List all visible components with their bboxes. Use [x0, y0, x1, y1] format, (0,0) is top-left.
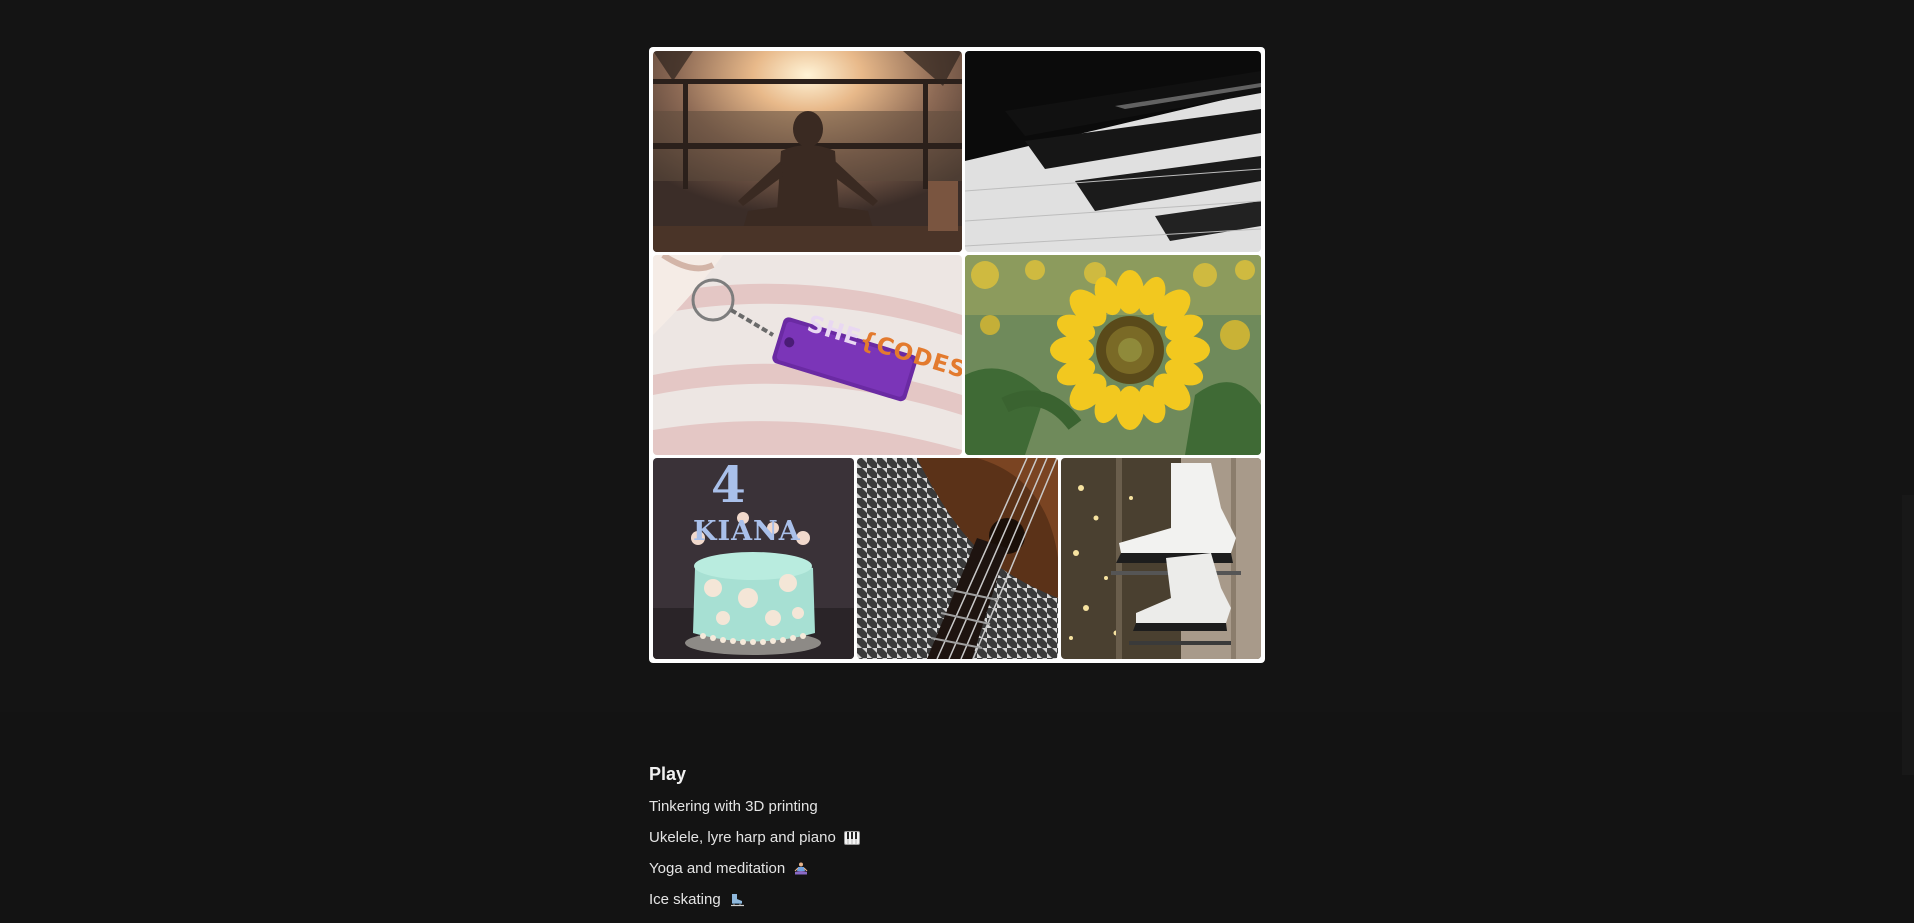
cake-topper-name: KIANA	[693, 516, 801, 547]
meditation-icon	[793, 862, 809, 876]
play-item-label: Ice skating	[649, 891, 721, 908]
ice-skate-icon	[729, 893, 745, 907]
piano-keys-photo	[965, 51, 1261, 252]
play-heading: Play	[649, 764, 687, 784]
list-item: Yoga and meditation	[649, 860, 860, 878]
play-item-label: Yoga and meditation	[649, 860, 786, 877]
list-item: Ukelele, lyre harp and piano	[649, 829, 860, 847]
scrollbar-track[interactable]	[1902, 495, 1914, 775]
piano-icon	[843, 831, 860, 845]
list-item: Ice skating	[649, 891, 860, 909]
keychain-photo: SHE{CODES}	[653, 255, 962, 455]
yoga-photo	[653, 51, 962, 252]
cake-photo: 4 KIANA	[653, 458, 854, 659]
play-list: Tinkering with 3D printing Ukelele, lyre…	[649, 798, 860, 909]
play-item-label: Tinkering with 3D printing	[649, 798, 818, 815]
photo-gallery: SHE{CODES} 4 KIANA	[649, 47, 1265, 663]
cake-topper-number: 4	[711, 458, 746, 514]
ukulele-photo	[857, 458, 1058, 659]
content-band	[0, 712, 1914, 923]
play-section: Play Tinkering with 3D printing Ukelele,…	[649, 764, 860, 922]
list-item: Tinkering with 3D printing	[649, 798, 860, 816]
sunflower-photo	[965, 255, 1261, 455]
play-item-label: Ukelele, lyre harp and piano	[649, 829, 836, 846]
page: SHE{CODES} 4 KIANA Play Tinkering with 3…	[0, 0, 1914, 923]
ice-skates-photo	[1061, 458, 1261, 659]
